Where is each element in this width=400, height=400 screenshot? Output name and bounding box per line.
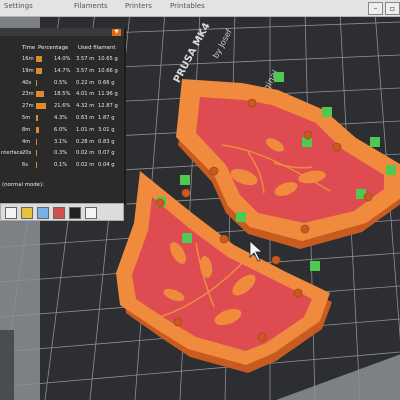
view-toolbar xyxy=(0,203,124,221)
stats-percentage: 14.0% xyxy=(54,56,71,62)
stats-time: 23m xyxy=(22,91,34,98)
sliced-stats-panel: ▼ Time Percentage Used filament 16m 14.0%… xyxy=(0,28,126,205)
stats-percentage: 18.5% xyxy=(54,91,71,98)
percentage-bar xyxy=(36,162,37,169)
cube-icon[interactable] xyxy=(85,207,97,219)
color-icon[interactable] xyxy=(37,207,49,219)
stats-row: 23m 18.5% 4.01 m 11.96 g xyxy=(0,90,124,99)
stats-weight: 0.83 g xyxy=(98,138,115,145)
stats-row-label: nterface xyxy=(1,150,23,157)
stats-time: 19m xyxy=(22,67,34,74)
stats-weight: 1.87 g xyxy=(98,115,115,121)
percentage-bar xyxy=(36,126,39,133)
column-used-filament: Used filament xyxy=(78,45,116,51)
stats-percentage: 4.3% xyxy=(54,115,68,121)
stats-weight: 3.01 g xyxy=(98,126,115,133)
stats-length: 1.01 m xyxy=(76,126,95,133)
stats-length: 0.63 m xyxy=(76,115,95,121)
percentage-bar xyxy=(36,115,38,121)
tab-settings[interactable]: Settings xyxy=(4,2,33,10)
stats-row: 6s 0.1% 0.02 m 0.04 g xyxy=(0,161,124,170)
stats-time: 16m xyxy=(22,56,34,62)
percentage-bar xyxy=(36,67,43,74)
percentage-bar xyxy=(36,103,46,110)
stats-percentage: 0.5% xyxy=(54,79,68,86)
stats-time: 40s xyxy=(22,79,32,86)
stats-time: 20s xyxy=(22,150,32,157)
stats-time: 4m xyxy=(22,138,31,145)
prusaslicer-screen: Settings Filaments Printers Printables –… xyxy=(0,0,400,400)
tab-filaments[interactable]: Filaments xyxy=(74,2,108,10)
column-percentage: Percentage xyxy=(38,45,69,51)
stats-weight: 0.07 g xyxy=(98,150,115,157)
percentage-bar xyxy=(36,150,37,157)
tab-printables[interactable]: Printables xyxy=(170,2,205,10)
cut-icon[interactable] xyxy=(69,207,81,219)
stats-row: 19m 14.7% 3.57 m 10.66 g xyxy=(0,67,124,76)
stats-length: 0.02 m xyxy=(76,150,95,157)
stats-time: 5m xyxy=(22,115,31,121)
percentage-bar xyxy=(36,138,38,145)
stats-row: 5m 4.3% 0.63 m 1.87 g xyxy=(0,114,124,123)
legend-title: (normal mode): xyxy=(2,182,44,188)
layers-icon[interactable] xyxy=(5,207,17,219)
stats-length: 4.32 m xyxy=(76,103,95,110)
percentage-bar xyxy=(36,79,37,86)
monitor-bezel xyxy=(0,330,14,400)
stats-length: 3.57 m xyxy=(76,56,95,62)
stats-length: 0.22 m xyxy=(76,79,95,86)
stats-percentage: 3.1% xyxy=(54,138,68,145)
stats-percentage: 6.0% xyxy=(54,126,68,133)
stats-row: nterface 20s 0.3% 0.02 m 0.07 g xyxy=(0,149,124,158)
stats-row: 8m 6.0% 1.01 m 3.01 g xyxy=(0,126,124,135)
stats-weight: 10.65 g xyxy=(98,56,118,62)
stats-weight: 10.66 g xyxy=(98,67,118,74)
stats-time: 8m xyxy=(22,126,31,133)
stats-row: 27m 21.6% 4.32 m 12.87 g xyxy=(0,102,124,111)
percentage-bar xyxy=(36,56,43,62)
stats-row: 16m 14.0% 3.57 m 10.65 g xyxy=(0,55,124,64)
stats-length: 0.28 m xyxy=(76,138,95,145)
stats-percentage: 0.1% xyxy=(54,162,68,169)
tab-bar: Settings Filaments Printers Printables –… xyxy=(0,0,400,17)
tab-printers[interactable]: Printers xyxy=(125,2,152,10)
stats-weight: 12.87 g xyxy=(98,103,118,110)
stats-row: 40s 0.5% 0.22 m 0.66 g xyxy=(0,79,124,88)
stats-time: 6s xyxy=(22,162,29,169)
stats-length: 0.02 m xyxy=(76,162,95,169)
stats-weight: 0.66 g xyxy=(98,79,115,86)
stats-length: 3.57 m xyxy=(76,67,95,74)
stats-length: 4.01 m xyxy=(76,91,95,98)
stats-percentage: 14.7% xyxy=(54,67,71,74)
stats-percentage: 21.6% xyxy=(54,103,71,110)
stats-weight: 0.04 g xyxy=(98,162,115,169)
restore-button[interactable]: ▫ xyxy=(385,2,400,15)
stats-row: 4m 3.1% 0.28 m 0.83 g xyxy=(0,138,124,147)
stats-percentage: 0.3% xyxy=(54,150,68,157)
column-time: Time xyxy=(22,45,36,51)
stats-weight: 11.96 g xyxy=(98,91,118,98)
percentage-bar xyxy=(36,91,45,98)
collapse-button[interactable]: ▼ xyxy=(112,29,121,36)
arrange-icon[interactable] xyxy=(21,207,33,219)
minimize-button[interactable]: – xyxy=(368,2,383,15)
stats-time: 27m xyxy=(22,103,34,110)
settings-icon[interactable] xyxy=(53,207,65,219)
panel-header xyxy=(0,28,124,36)
